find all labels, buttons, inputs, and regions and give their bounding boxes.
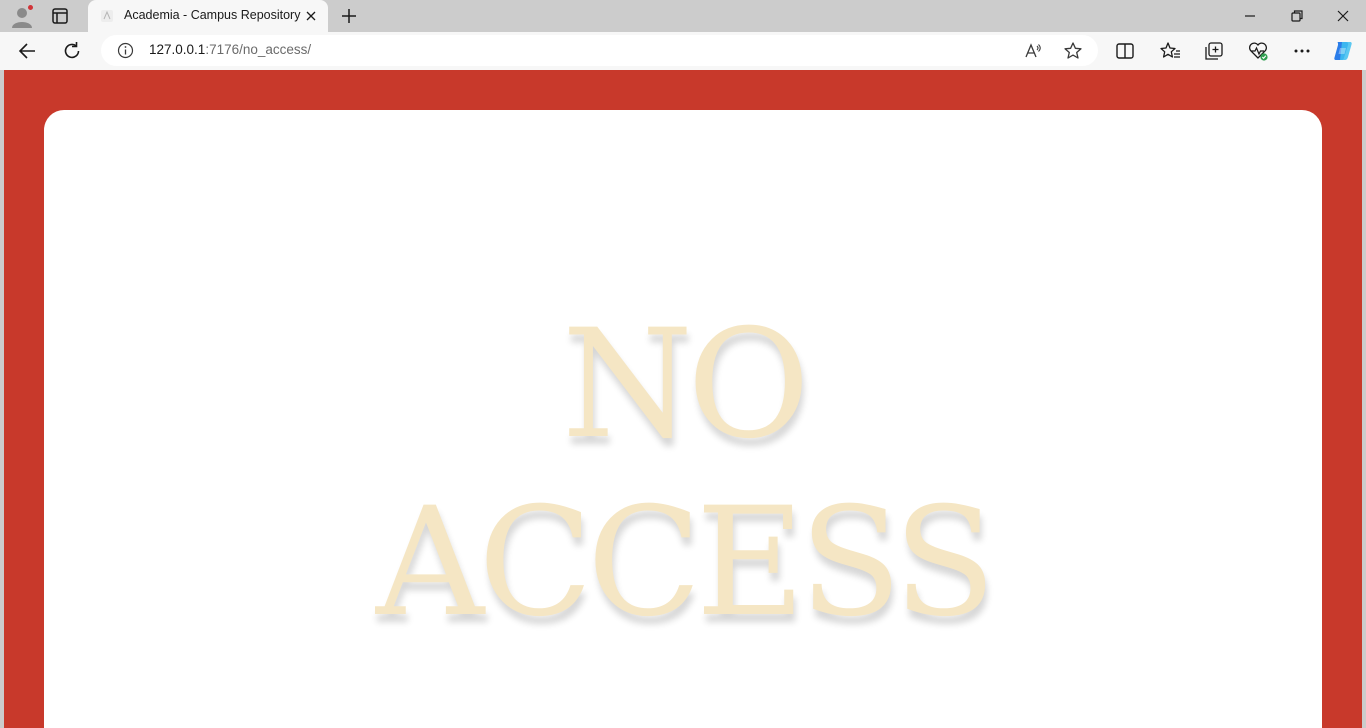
notification-dot xyxy=(27,4,34,11)
url-path: :7176/no_access/ xyxy=(205,42,312,57)
restore-icon[interactable] xyxy=(1287,8,1307,24)
message-line-1: NO xyxy=(561,298,810,472)
url-text[interactable]: 127.0.0.1:7176/no_access/ xyxy=(149,42,311,57)
more-dots-icon[interactable] xyxy=(1291,40,1313,62)
title-bar: Academia - Campus Repository xyxy=(0,0,1366,32)
star-icon[interactable] xyxy=(1063,41,1083,61)
browser-toolbar: 127.0.0.1:7176/no_access/ xyxy=(0,32,1366,70)
split-screen-icon[interactable] xyxy=(1114,40,1136,62)
close-icon[interactable] xyxy=(1333,8,1353,24)
tab-active[interactable]: Academia - Campus Repository xyxy=(88,0,328,32)
plus-icon[interactable] xyxy=(339,6,359,26)
collections-icon[interactable] xyxy=(1203,40,1225,62)
content-card: NO ACCESS xyxy=(44,110,1322,728)
copilot-icon[interactable] xyxy=(1331,39,1355,63)
minimize-icon[interactable] xyxy=(1240,8,1260,24)
close-icon[interactable] xyxy=(304,9,318,23)
refresh-icon[interactable] xyxy=(61,40,83,62)
back-arrow-icon[interactable] xyxy=(17,40,39,62)
address-bar[interactable]: 127.0.0.1:7176/no_access/ xyxy=(101,35,1098,66)
tab-actions-icon[interactable] xyxy=(50,6,70,26)
url-host: 127.0.0.1 xyxy=(149,42,206,57)
no-access-message: NO ACCESS xyxy=(44,296,1322,652)
message-line-2: ACCESS xyxy=(375,476,996,650)
read-aloud-icon[interactable] xyxy=(1023,41,1043,61)
favorites-icon[interactable] xyxy=(1159,40,1181,62)
page-background: NO ACCESS xyxy=(4,70,1362,728)
tab-title: Academia - Campus Repository xyxy=(124,8,301,22)
heart-pulse-icon[interactable] xyxy=(1247,40,1269,62)
info-icon[interactable] xyxy=(117,42,134,59)
favicon-icon xyxy=(100,9,114,23)
